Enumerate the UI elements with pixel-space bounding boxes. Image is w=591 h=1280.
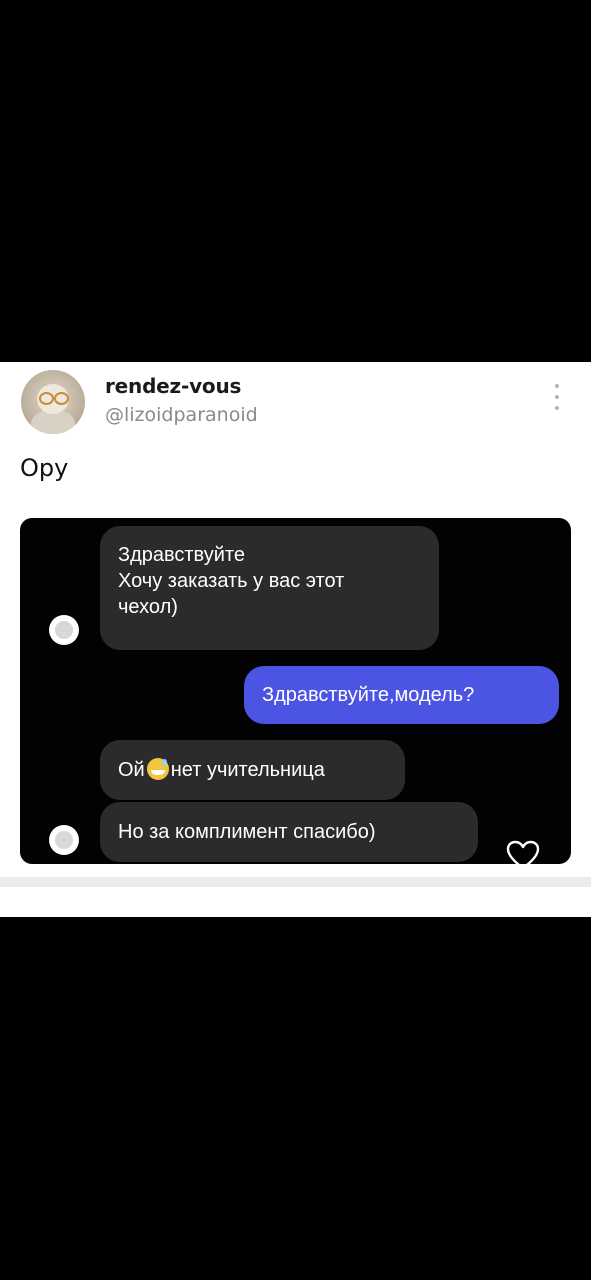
message-line: чехол) xyxy=(118,596,178,618)
incoming-message-bubble: Но за комплимент спасибо) xyxy=(100,802,478,862)
heart-icon xyxy=(506,840,540,864)
message-line: Хочу заказать у вас этот xyxy=(118,570,345,592)
incoming-message-bubble: Здравствуйте Хочу заказать у вас этот че… xyxy=(100,526,439,650)
message-line: Здравствуйте xyxy=(118,544,245,566)
message-text-part: Ой xyxy=(118,759,145,781)
outgoing-message-bubble: Здравствуйте,модель? xyxy=(244,666,559,724)
post-text: Ору xyxy=(20,454,69,482)
message-text: Здравствуйте,модель? xyxy=(262,684,475,706)
bottom-black-area xyxy=(0,917,591,1280)
more-dot xyxy=(555,384,559,388)
more-dot xyxy=(555,395,559,399)
avatar-glasses-right xyxy=(54,392,69,405)
chat-avatar xyxy=(49,825,79,855)
post-image-chat-screenshot[interactable]: Здравствуйте Хочу заказать у вас этот че… xyxy=(20,518,571,864)
author-avatar[interactable] xyxy=(21,370,85,434)
more-options-icon[interactable] xyxy=(552,384,562,410)
chat-avatar xyxy=(49,615,79,645)
post-divider xyxy=(0,877,591,887)
author-display-name[interactable]: rendez-vous xyxy=(105,374,241,398)
sweat-smile-emoji-icon xyxy=(146,758,169,780)
message-text-part: нет учительница xyxy=(170,759,325,781)
incoming-message-bubble: Ой нет учительница xyxy=(100,740,405,800)
top-black-area xyxy=(0,0,591,362)
more-dot xyxy=(555,406,559,410)
avatar-glasses-left xyxy=(39,392,54,405)
post-card: rendez-vous @lizoidparanoid Ору Здравств… xyxy=(0,362,591,917)
author-handle[interactable]: @lizoidparanoid xyxy=(105,404,258,426)
message-text: Ой нет учительница xyxy=(118,757,387,783)
message-text: Но за комплимент спасибо) xyxy=(118,821,376,843)
